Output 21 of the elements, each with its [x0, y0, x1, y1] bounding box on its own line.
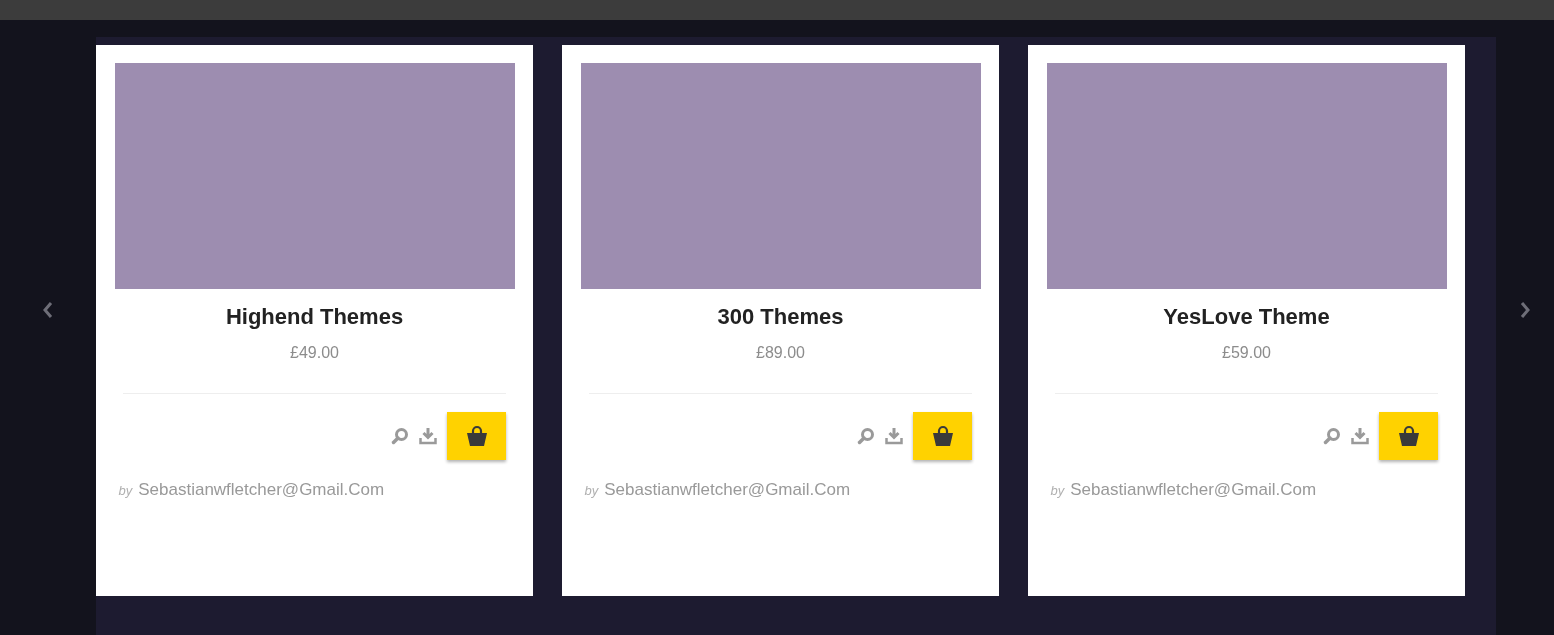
product-price: £89.00	[756, 343, 805, 363]
product-price: £59.00	[1222, 343, 1271, 363]
by-label: by	[1050, 483, 1065, 498]
product-price: £49.00	[290, 343, 339, 363]
add-to-cart-button[interactable]	[1379, 412, 1438, 460]
product-title[interactable]: Highend Themes	[225, 304, 404, 330]
add-to-cart-button[interactable]	[913, 412, 972, 460]
basket-icon	[930, 424, 955, 448]
search-icon[interactable]	[391, 427, 409, 445]
download-icon[interactable]	[419, 427, 437, 445]
add-to-cart-button[interactable]	[447, 412, 506, 460]
search-icon[interactable]	[857, 427, 875, 445]
product-title[interactable]: 300 Themes	[717, 304, 844, 330]
basket-icon	[1396, 424, 1421, 448]
product-title[interactable]: YesLove Theme	[1163, 304, 1330, 330]
by-label: by	[584, 483, 599, 498]
search-icon[interactable]	[1323, 427, 1341, 445]
download-icon[interactable]	[1351, 427, 1369, 445]
download-icon[interactable]	[885, 427, 903, 445]
basket-icon	[464, 424, 489, 448]
by-label: by	[118, 483, 133, 498]
